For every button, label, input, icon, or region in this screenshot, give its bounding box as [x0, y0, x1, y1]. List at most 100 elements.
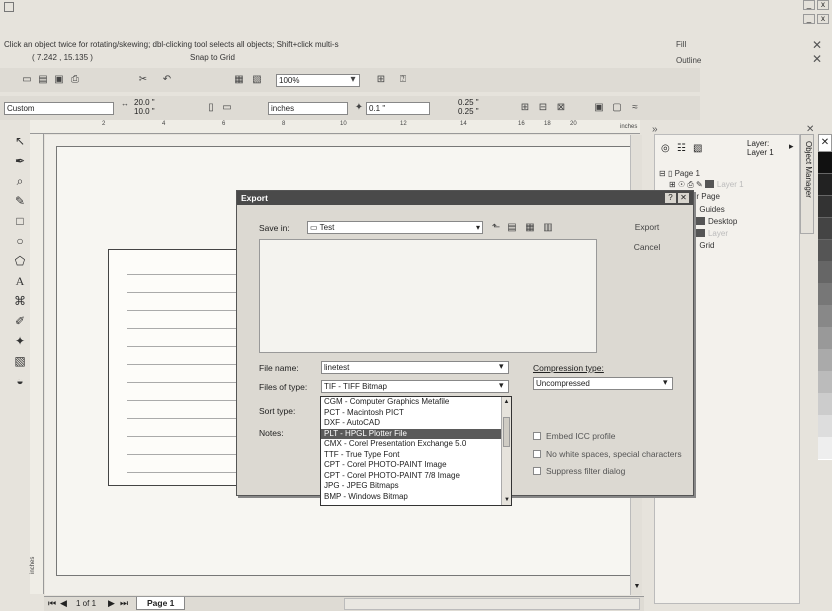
treat-filled-icon[interactable]: ▣ [592, 102, 606, 114]
paper-height[interactable]: 10.0 " [134, 107, 155, 116]
guidelines-icon[interactable]: ⊟ [536, 102, 550, 114]
tab-page-1[interactable]: Page 1 [136, 597, 186, 610]
pencil-icon[interactable]: ✎ [696, 180, 705, 189]
color-swatch[interactable] [818, 196, 832, 218]
interactive-fill-icon[interactable]: ◒ [10, 372, 30, 390]
landscape-icon[interactable]: ▭ [220, 102, 234, 114]
suppress-filter-checkbox[interactable]: Suppress filter dialog [533, 466, 625, 476]
docker-menu-icon[interactable]: ▸ [789, 141, 794, 152]
drawing-line[interactable] [127, 328, 247, 329]
drawing-line[interactable] [127, 454, 247, 455]
eye-icon[interactable]: ☉ [678, 180, 687, 189]
expand-icon[interactable]: ⊞ [669, 180, 678, 189]
file-type-option[interactable]: BMP - Windows Bitmap [321, 492, 511, 503]
close-button[interactable]: x [817, 0, 829, 10]
units-select[interactable]: inches [268, 102, 348, 115]
undo-icon[interactable]: ↶ [160, 74, 174, 86]
snap-objects-icon[interactable]: ⊠ [554, 102, 568, 114]
save-in-dropdown-icon[interactable]: ▾ [476, 222, 480, 233]
file-type-dropdown[interactable]: CGM - Computer Graphics Metafile PCT - M… [320, 396, 512, 506]
color-swatch[interactable] [818, 438, 832, 460]
drawing-line[interactable] [127, 292, 247, 293]
color-swatch[interactable] [818, 372, 832, 394]
polygon-tool-icon[interactable]: ⬠ [10, 252, 30, 270]
open-icon[interactable]: ▤ [36, 74, 50, 86]
up-folder-icon[interactable]: ⬑ [489, 222, 503, 234]
compression-dropdown-icon[interactable]: ▾ [663, 377, 668, 388]
dropdown-scrollbar[interactable]: ▲ ▼ [501, 397, 511, 505]
drawing-line[interactable] [127, 382, 247, 383]
file-type-option[interactable]: CPT - Corel PHOTO-PAINT Image [321, 460, 511, 471]
paper-type-select[interactable]: Custom [4, 102, 114, 115]
files-of-type-dropdown-icon[interactable]: ▾ [499, 380, 504, 391]
color-swatch[interactable] [818, 240, 832, 262]
help-icon[interactable]: ⍰ [396, 74, 410, 86]
outline-tool-icon[interactable]: ✦ [10, 332, 30, 350]
color-swatch[interactable] [818, 284, 832, 306]
export-icon[interactable]: ▧ [250, 74, 264, 86]
scroll-down-icon[interactable]: ▼ [502, 495, 512, 505]
pick-tool-icon[interactable]: ↖ [10, 132, 30, 150]
print-icon[interactable]: ⎙ [68, 74, 82, 86]
ellipse-tool-icon[interactable]: ○ [10, 232, 30, 250]
color-swatch[interactable] [818, 174, 832, 196]
object-manager-tab[interactable]: Object Manager [800, 134, 814, 234]
file-type-option[interactable]: CMX - Corel Presentation Exchange 5.0 [321, 439, 511, 450]
color-swatch[interactable] [818, 394, 832, 416]
nudge-field[interactable]: 0.1 " [366, 102, 430, 115]
export-button[interactable]: Export [615, 219, 679, 235]
horizontal-scrollbar[interactable] [344, 598, 640, 610]
file-type-option[interactable]: DXF - AutoCAD [321, 418, 511, 429]
file-type-option[interactable]: CGM - Computer Graphics Metafile [321, 397, 511, 408]
eyedropper-tool-icon[interactable]: ✐ [10, 312, 30, 330]
drawing-line[interactable] [127, 472, 247, 473]
compression-select[interactable]: Uncompressed [533, 377, 673, 390]
file-type-option[interactable]: PCT - Macintosh PICT [321, 408, 511, 419]
drawing-line[interactable] [127, 346, 247, 347]
grid-icon[interactable]: ⊞ [518, 102, 532, 114]
color-swatch[interactable] [818, 416, 832, 438]
text-tool-icon[interactable]: A [10, 272, 30, 290]
file-name-dropdown-icon[interactable]: ▾ [499, 361, 504, 372]
color-swatch[interactable] [818, 350, 832, 372]
dialog-close-button[interactable]: ✕ [678, 193, 689, 203]
doc-minimize-button[interactable]: _ [803, 14, 815, 24]
last-page-icon[interactable]: ⏭ [120, 598, 128, 609]
shape-tool-icon[interactable]: ✒ [10, 152, 30, 170]
drawing-line[interactable] [127, 400, 247, 401]
snap-grid-icon[interactable]: ⊞ [374, 74, 388, 86]
drawing-line[interactable] [127, 274, 247, 275]
duplicate-y[interactable]: 0.25 " [458, 107, 479, 116]
new-icon[interactable]: ▭ [20, 74, 34, 86]
no-color-swatch[interactable]: ✕ [818, 134, 832, 152]
file-type-option[interactable]: JPG - JPEG Bitmaps [321, 481, 511, 492]
layer-manager-icon[interactable]: ☷ [677, 143, 686, 154]
doc-close-button[interactable]: x [817, 14, 829, 24]
options-icon[interactable]: ≈ [628, 102, 642, 114]
fill-tool-icon[interactable]: ▧ [10, 352, 30, 370]
interactive-tool-icon[interactable]: ⌘ [10, 292, 30, 310]
cancel-button[interactable]: Cancel [615, 239, 679, 255]
portrait-icon[interactable]: ▯ [204, 102, 218, 114]
show-properties-icon[interactable]: ◎ [661, 143, 670, 154]
embed-icc-checkbox[interactable]: Embed ICC profile [533, 431, 615, 441]
zoom-dropdown-icon[interactable]: ▾ [346, 74, 360, 86]
edit-outline-icon[interactable]: ▢ [610, 102, 624, 114]
printer-icon[interactable]: ⎙ [687, 180, 696, 189]
file-name-input[interactable]: linetest [321, 361, 509, 374]
tree-layer-1[interactable]: ⊞ ☉ ⎙ ✎ Layer 1 [669, 180, 744, 190]
scroll-thumb[interactable] [503, 417, 510, 447]
import-icon[interactable]: ▦ [232, 74, 246, 86]
new-folder-icon[interactable]: ▤ [505, 222, 519, 234]
file-type-option[interactable]: TTF - True Type Font [321, 450, 511, 461]
edit-across-layers-icon[interactable]: ▧ [693, 143, 702, 154]
next-page-icon[interactable]: ▶ [108, 598, 115, 609]
file-type-option-selected[interactable]: PLT - HPGL Plotter File [321, 428, 511, 439]
tree-page-1[interactable]: ⊟ ▯ Page 1 [659, 169, 700, 178]
save-in-select[interactable]: ▭ Test ▾ [307, 221, 483, 234]
first-page-icon[interactable]: ⏮ [48, 598, 56, 609]
duplicate-x[interactable]: 0.25 " [458, 98, 479, 107]
scroll-up-icon[interactable]: ▲ [502, 397, 511, 407]
paper-width[interactable]: 20.0 " [134, 98, 155, 107]
cut-icon[interactable]: ✂ [136, 74, 150, 86]
